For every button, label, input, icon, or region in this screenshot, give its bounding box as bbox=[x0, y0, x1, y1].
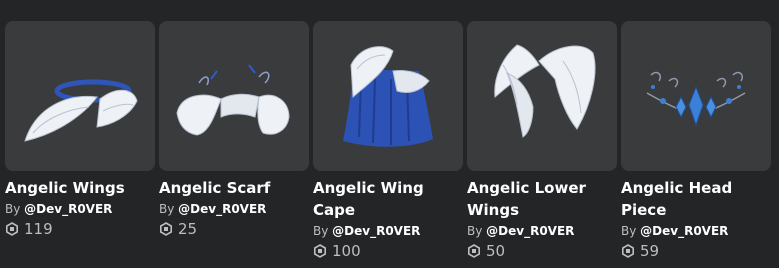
angelic-scarf-icon bbox=[176, 64, 290, 136]
price-value: 25 bbox=[178, 220, 198, 238]
by-label: By bbox=[5, 202, 21, 216]
creator-link[interactable]: @Dev_R0VER bbox=[640, 224, 728, 238]
creator-link[interactable]: @Dev_R0VER bbox=[24, 202, 112, 216]
robux-icon bbox=[621, 244, 634, 258]
item-creator: By @Dev_R0VER bbox=[159, 201, 309, 217]
item-price: 59 bbox=[621, 241, 771, 261]
price-value: 50 bbox=[486, 242, 506, 260]
item-name[interactable]: Angelic Scarf bbox=[159, 177, 309, 199]
angelic-wings-icon bbox=[24, 79, 138, 142]
robux-icon bbox=[159, 222, 172, 236]
item-name[interactable]: Angelic Lower Wings bbox=[467, 177, 617, 221]
item-price: 100 bbox=[313, 241, 463, 261]
robux-icon bbox=[5, 222, 18, 236]
price-value: 119 bbox=[24, 220, 53, 238]
price-value: 100 bbox=[332, 242, 361, 260]
catalog-item-card[interactable]: Angelic Head Piece By @Dev_R0VER 59 bbox=[621, 21, 771, 261]
item-thumbnail[interactable] bbox=[159, 21, 309, 171]
creator-link[interactable]: @Dev_R0VER bbox=[332, 224, 420, 238]
catalog-grid: Angelic Wings By @Dev_R0VER 119 Angelic … bbox=[5, 21, 771, 261]
item-price: 119 bbox=[5, 219, 155, 239]
item-creator: By @Dev_R0VER bbox=[621, 223, 771, 239]
item-price: 25 bbox=[159, 219, 309, 239]
creator-link[interactable]: @Dev_R0VER bbox=[486, 224, 574, 238]
item-name[interactable]: Angelic Wing Cape bbox=[313, 177, 463, 221]
item-thumbnail[interactable] bbox=[313, 21, 463, 171]
creator-link[interactable]: @Dev_R0VER bbox=[178, 202, 266, 216]
robux-icon bbox=[313, 244, 326, 258]
item-thumbnail[interactable] bbox=[467, 21, 617, 171]
item-thumbnail[interactable] bbox=[621, 21, 771, 171]
item-creator: By @Dev_R0VER bbox=[467, 223, 617, 239]
item-creator: By @Dev_R0VER bbox=[5, 201, 155, 217]
angelic-wing-cape-icon bbox=[343, 46, 433, 147]
item-name[interactable]: Angelic Head Piece bbox=[621, 177, 771, 221]
by-label: By bbox=[467, 224, 483, 238]
by-label: By bbox=[621, 224, 637, 238]
catalog-item-card[interactable]: Angelic Wing Cape By @Dev_R0VER 100 bbox=[313, 21, 463, 261]
by-label: By bbox=[313, 224, 329, 238]
item-creator: By @Dev_R0VER bbox=[313, 223, 463, 239]
by-label: By bbox=[159, 202, 175, 216]
catalog-item-card[interactable]: Angelic Wings By @Dev_R0VER 119 bbox=[5, 21, 155, 261]
item-thumbnail[interactable] bbox=[5, 21, 155, 171]
angelic-lower-wings-icon bbox=[494, 44, 596, 138]
angelic-head-piece-icon bbox=[646, 71, 746, 127]
price-value: 59 bbox=[640, 242, 660, 260]
item-price: 50 bbox=[467, 241, 617, 261]
catalog-item-card[interactable]: Angelic Scarf By @Dev_R0VER 25 bbox=[159, 21, 309, 261]
robux-icon bbox=[467, 244, 480, 258]
item-name[interactable]: Angelic Wings bbox=[5, 177, 155, 199]
catalog-item-card[interactable]: Angelic Lower Wings By @Dev_R0VER 50 bbox=[467, 21, 617, 261]
